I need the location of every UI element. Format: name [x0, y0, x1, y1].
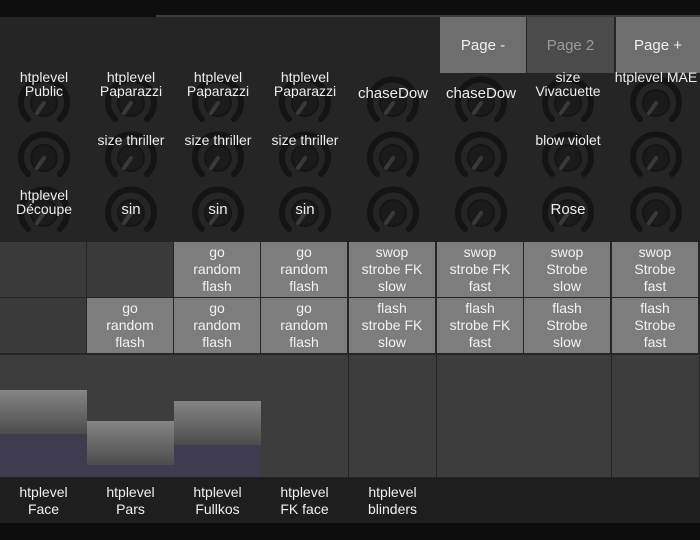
fader-handle[interactable]: [0, 390, 87, 434]
knob-label: htplevel MAE: [614, 70, 698, 85]
knob[interactable]: htplevel Découpe: [0, 183, 88, 239]
knob-label: size thriller: [184, 133, 252, 148]
cue-button[interactable]: go random flash: [261, 242, 347, 297]
cue-button[interactable]: flash strobe FK slow: [349, 298, 435, 353]
knob[interactable]: Rose: [524, 183, 612, 239]
knob-dial-icon: [455, 131, 507, 177]
empty-button-slot[interactable]: [0, 242, 86, 297]
fader-track[interactable]: [612, 355, 699, 477]
knob-dial-icon: [367, 131, 419, 177]
fader-fill: [87, 465, 174, 477]
cue-button[interactable]: swop strobe FK slow: [349, 242, 435, 297]
cue-button[interactable]: go random flash: [261, 298, 347, 353]
knob[interactable]: sin: [174, 183, 262, 239]
knob[interactable]: [612, 183, 700, 239]
knob[interactable]: [349, 128, 437, 184]
fader-label: htplevel Fullkos: [193, 484, 242, 517]
knob-label: htplevel Paparazzi: [273, 70, 337, 98]
fader-fill: [174, 445, 261, 477]
cue-button[interactable]: swop strobe FK fast: [437, 242, 523, 297]
knob[interactable]: htplevel Public: [0, 70, 88, 129]
knob-label: sin: [121, 203, 141, 217]
knob-label: htplevel Public: [19, 70, 69, 98]
fader-handle[interactable]: [87, 421, 174, 465]
fader-label: htplevel blinders: [367, 484, 418, 517]
knob-label: size Vivacuette: [535, 70, 601, 98]
fader-track[interactable]: [437, 355, 524, 477]
knob[interactable]: size Vivacuette: [524, 70, 612, 129]
cue-button[interactable]: go random flash: [174, 298, 260, 353]
knob[interactable]: htplevel Paparazzi: [261, 70, 349, 129]
knob-label: htplevel Découpe: [15, 188, 73, 216]
fader-track[interactable]: [349, 355, 436, 477]
knob[interactable]: sin: [87, 183, 175, 239]
cue-button[interactable]: flash strobe FK fast: [437, 298, 523, 353]
fader-track[interactable]: [261, 355, 348, 477]
knob[interactable]: size thriller: [87, 128, 175, 184]
knob[interactable]: sin: [261, 183, 349, 239]
knob-label: blow violet: [535, 133, 601, 148]
page-indicator: Page 2: [527, 17, 614, 73]
knob-label: Rose: [550, 203, 586, 217]
cue-button[interactable]: swop Strobe slow: [524, 242, 610, 297]
fader-handle[interactable]: [174, 401, 261, 445]
top-bar: [0, 0, 700, 17]
knob[interactable]: [437, 183, 525, 239]
knob[interactable]: size thriller: [174, 128, 262, 184]
knob-label: sin: [208, 203, 228, 217]
knob-dial-icon: [455, 186, 507, 232]
fader-track[interactable]: [0, 355, 87, 477]
fader-track[interactable]: [87, 355, 174, 477]
knob[interactable]: htplevel Paparazzi: [87, 70, 175, 129]
fader-label: htplevel Face: [19, 484, 68, 517]
knob[interactable]: blow violet: [524, 128, 612, 184]
cue-button[interactable]: go random flash: [87, 298, 173, 353]
fader-fill: [0, 434, 87, 477]
knob-label: chaseDow: [445, 87, 517, 101]
knob-dial-icon: [18, 131, 70, 177]
knob-dial-icon: [630, 131, 682, 177]
knob-dial-icon: [630, 186, 682, 232]
cue-button[interactable]: flash Strobe slow: [524, 298, 610, 353]
fader-label: htplevel FK face: [280, 484, 329, 517]
knob-dial-icon: [455, 76, 507, 122]
knob[interactable]: [612, 128, 700, 184]
knob[interactable]: htplevel MAE: [612, 70, 700, 129]
empty-button-slot[interactable]: [87, 242, 173, 297]
knob-dial-icon: [367, 76, 419, 122]
knob[interactable]: htplevel Paparazzi: [174, 70, 262, 129]
knob-label: sin: [295, 203, 315, 217]
fader-track[interactable]: [174, 355, 261, 477]
page-next-button[interactable]: Page +: [616, 17, 700, 73]
knob-label: size thriller: [97, 133, 165, 148]
knob[interactable]: chaseDow: [349, 73, 437, 129]
knob-label: htplevel Paparazzi: [186, 70, 250, 98]
cue-button[interactable]: flash Strobe fast: [612, 298, 698, 353]
knob[interactable]: [437, 128, 525, 184]
knob-label: chaseDow: [357, 87, 429, 101]
page-prev-button[interactable]: Page -: [440, 17, 526, 73]
empty-button-slot[interactable]: [0, 298, 86, 353]
knob[interactable]: size thriller: [261, 128, 349, 184]
knob[interactable]: chaseDow: [437, 73, 525, 129]
fader-label: htplevel Pars: [106, 484, 155, 517]
fader-track[interactable]: [524, 355, 611, 477]
knob-label: size thriller: [271, 133, 339, 148]
knob-dial-icon: [367, 186, 419, 232]
cue-button[interactable]: swop Strobe fast: [612, 242, 698, 297]
bottom-strip: [0, 523, 700, 540]
knob[interactable]: [0, 128, 88, 184]
knob[interactable]: [349, 183, 437, 239]
cue-button[interactable]: go random flash: [174, 242, 260, 297]
knob-label: htplevel Paparazzi: [99, 70, 163, 98]
